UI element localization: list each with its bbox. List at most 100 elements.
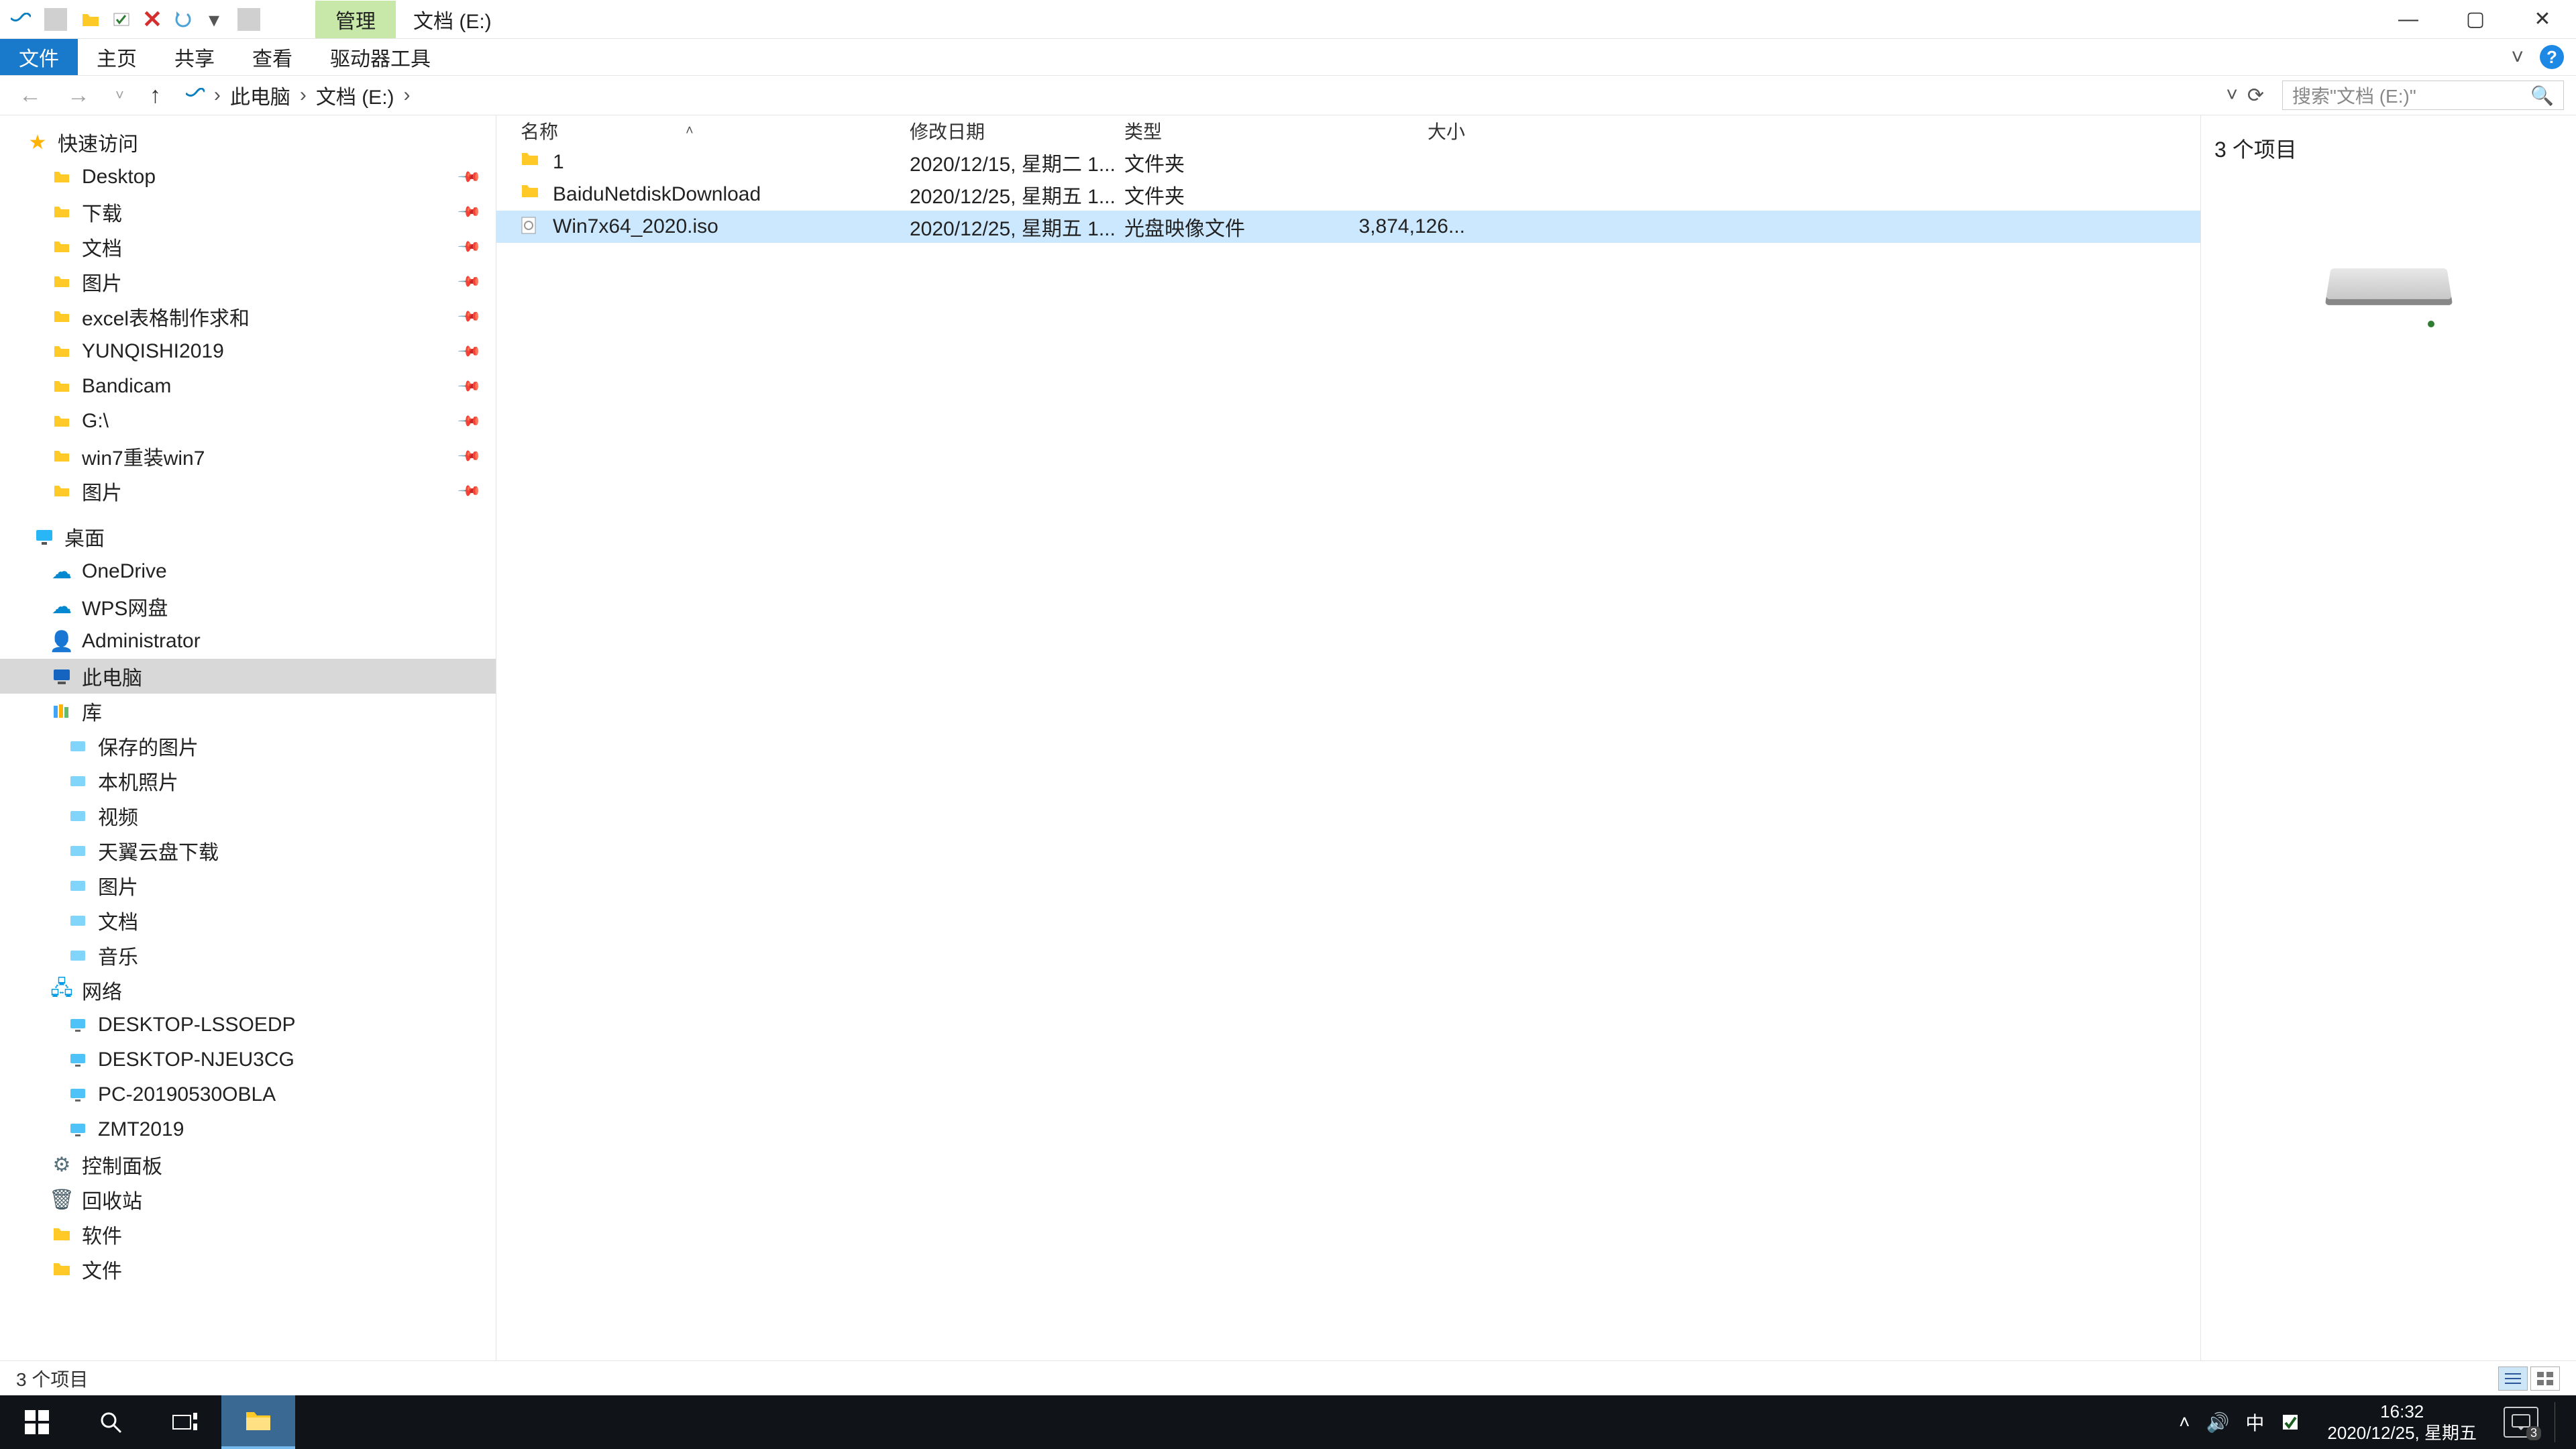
minimize-button[interactable]: — xyxy=(2375,0,2442,38)
help-icon[interactable]: ? xyxy=(2540,45,2564,69)
view-details-button[interactable] xyxy=(2498,1366,2528,1391)
ribbon-view-tab[interactable]: 查看 xyxy=(233,39,311,75)
sidebar-quick-access[interactable]: ★ 快速访问 xyxy=(0,125,496,160)
sidebar-label: PC-20190530OBLA xyxy=(98,1083,276,1106)
sidebar-item[interactable]: 下载📌 xyxy=(0,195,496,229)
sidebar-network-pc[interactable]: ZMT2019 xyxy=(0,1112,496,1147)
sidebar-label: 文档 xyxy=(82,232,122,262)
navbar: ← → ˅ ↑ › 此电脑 › 文档 (E:) › ˅ ⟳ 搜索"文档 (E:)… xyxy=(0,75,2576,115)
sidebar-onedrive[interactable]: ☁ OneDrive xyxy=(0,554,496,589)
sidebar-desktop[interactable]: 桌面 xyxy=(0,519,496,554)
start-button[interactable] xyxy=(0,1395,74,1449)
column-headers[interactable]: 名称 ˄ 修改日期 类型 大小 xyxy=(496,115,2200,146)
action-center-icon[interactable]: 3 xyxy=(2504,1407,2538,1438)
sidebar-item[interactable]: excel表格制作求和📌 xyxy=(0,299,496,334)
chevron-right-icon[interactable]: › xyxy=(300,84,307,107)
sidebar-item[interactable]: 图片📌 xyxy=(0,474,496,508)
check-icon[interactable] xyxy=(110,8,133,31)
sidebar-recycle-bin[interactable]: 🗑 回收站 xyxy=(0,1182,496,1217)
sidebar-administrator[interactable]: 👤 Administrator xyxy=(0,624,496,659)
pin-icon: 📌 xyxy=(456,164,482,190)
up-button[interactable]: ↑ xyxy=(143,83,168,109)
ribbon-file-tab[interactable]: 文件 xyxy=(0,39,78,75)
sidebar-item[interactable]: YUNQISHI2019📌 xyxy=(0,334,496,369)
sidebar-network-pc[interactable]: PC-20190530OBLA xyxy=(0,1077,496,1112)
sidebar-library-item[interactable]: 视频 xyxy=(0,798,496,833)
view-icons-button[interactable] xyxy=(2530,1366,2560,1391)
close-x-icon[interactable]: ✕ xyxy=(141,8,164,31)
refresh-icon[interactable]: ⟳ xyxy=(2247,84,2264,107)
breadcrumb[interactable]: › 此电脑 › 文档 (E:) › ˅ ⟳ xyxy=(180,76,2270,115)
close-button[interactable]: ✕ xyxy=(2509,0,2576,38)
tray-overflow-icon[interactable]: ˄ xyxy=(2179,1411,2190,1433)
undo-icon[interactable] xyxy=(172,8,195,31)
show-desktop-button[interactable] xyxy=(2555,1402,2563,1442)
sidebar-library-item[interactable]: 天翼云盘下载 xyxy=(0,833,496,868)
sidebar-label: 音乐 xyxy=(98,941,138,970)
sidebar-item[interactable]: 图片📌 xyxy=(0,264,496,299)
dropdown-icon[interactable]: ▾ xyxy=(203,8,225,31)
sidebar-library-item[interactable]: 保存的图片 xyxy=(0,729,496,763)
ime-indicator[interactable]: 中 xyxy=(2245,1409,2264,1436)
management-tab[interactable]: 管理 xyxy=(315,1,396,38)
sidebar-this-pc[interactable]: 此电脑 xyxy=(0,659,496,694)
search-button[interactable] xyxy=(74,1395,148,1449)
sidebar-item[interactable]: Desktop📌 xyxy=(0,160,496,195)
drive-icon xyxy=(2328,264,2449,331)
maximize-button[interactable]: ▢ xyxy=(2442,0,2509,38)
back-button[interactable]: ← xyxy=(12,83,48,109)
sidebar-library-item[interactable]: 图片 xyxy=(0,868,496,903)
file-explorer-taskbar[interactable] xyxy=(221,1395,295,1449)
sidebar-item[interactable]: Bandicam📌 xyxy=(0,369,496,404)
forward-button[interactable]: → xyxy=(60,83,97,109)
file-name: 1 xyxy=(553,151,564,174)
sidebar-library-item[interactable]: 音乐 xyxy=(0,938,496,973)
file-row[interactable]: BaiduNetdiskDownload 2020/12/25, 星期五 1..… xyxy=(496,178,2200,211)
breadcrumb-segment[interactable]: 文档 (E:) xyxy=(316,80,394,110)
search-input[interactable]: 搜索"文档 (E:)" 🔍 xyxy=(2282,80,2564,110)
column-type[interactable]: 类型 xyxy=(1124,117,1304,144)
ribbon-home-tab[interactable]: 主页 xyxy=(78,39,156,75)
clock[interactable]: 16:32 2020/12/25, 星期五 xyxy=(2316,1401,2487,1444)
column-size[interactable]: 大小 xyxy=(1304,117,1479,144)
library-item-icon xyxy=(67,735,89,757)
pc-icon xyxy=(67,1014,89,1036)
statusbar-text: 3 个项目 xyxy=(16,1365,88,1392)
pin-icon: 📌 xyxy=(456,339,482,364)
chevron-right-icon[interactable]: › xyxy=(214,84,221,107)
file-row[interactable]: Win7x64_2020.iso 2020/12/25, 星期五 1... 光盘… xyxy=(496,211,2200,243)
ribbon-expand-icon[interactable]: ˅ xyxy=(2511,45,2524,70)
search-icon[interactable]: 🔍 xyxy=(2530,85,2554,107)
sidebar-tree[interactable]: ★ 快速访问 Desktop📌下载📌文档📌图片📌excel表格制作求和📌YUNQ… xyxy=(0,115,496,1360)
volume-icon[interactable]: 🔊 xyxy=(2206,1411,2230,1434)
ribbon-drivetools-tab[interactable]: 驱动器工具 xyxy=(311,39,449,75)
sidebar-library[interactable]: 库 xyxy=(0,694,496,729)
sidebar-control-panel[interactable]: ⚙ 控制面板 xyxy=(0,1147,496,1182)
sidebar-software[interactable]: 软件 xyxy=(0,1217,496,1252)
breadcrumb-dropdown-icon[interactable]: ˅ xyxy=(2226,84,2238,107)
task-view-button[interactable] xyxy=(148,1395,221,1449)
sidebar-item[interactable]: win7重装win7📌 xyxy=(0,439,496,474)
sidebar-network-pc[interactable]: DESKTOP-NJEU3CG xyxy=(0,1042,496,1077)
security-icon[interactable] xyxy=(2280,1412,2300,1432)
sidebar-library-item[interactable]: 本机照片 xyxy=(0,763,496,798)
breadcrumb-segment[interactable]: 此电脑 xyxy=(230,80,290,110)
sidebar-item[interactable]: G:\📌 xyxy=(0,404,496,439)
folder-icon[interactable] xyxy=(79,8,102,31)
sidebar-network-pc[interactable]: DESKTOP-LSSOEDP xyxy=(0,1008,496,1042)
sidebar-item[interactable]: 文档📌 xyxy=(0,229,496,264)
file-row[interactable]: 1 2020/12/15, 星期二 1... 文件夹 xyxy=(496,146,2200,178)
sidebar-wps[interactable]: ☁ WPS网盘 xyxy=(0,589,496,624)
folder-icon xyxy=(51,445,72,467)
recent-dropdown[interactable]: ˅ xyxy=(109,87,131,104)
column-name[interactable]: 名称 xyxy=(521,117,558,144)
sidebar-label: 软件 xyxy=(82,1220,122,1249)
sidebar-network[interactable]: 🖧 网络 xyxy=(0,973,496,1008)
chevron-right-icon[interactable]: › xyxy=(404,84,411,107)
ribbon-share-tab[interactable]: 共享 xyxy=(156,39,233,75)
sidebar-library-item[interactable]: 文档 xyxy=(0,903,496,938)
separator xyxy=(44,8,67,31)
pin-icon: 📌 xyxy=(456,374,482,399)
sidebar-files[interactable]: 文件 xyxy=(0,1252,496,1287)
column-date[interactable]: 修改日期 xyxy=(910,117,1124,144)
